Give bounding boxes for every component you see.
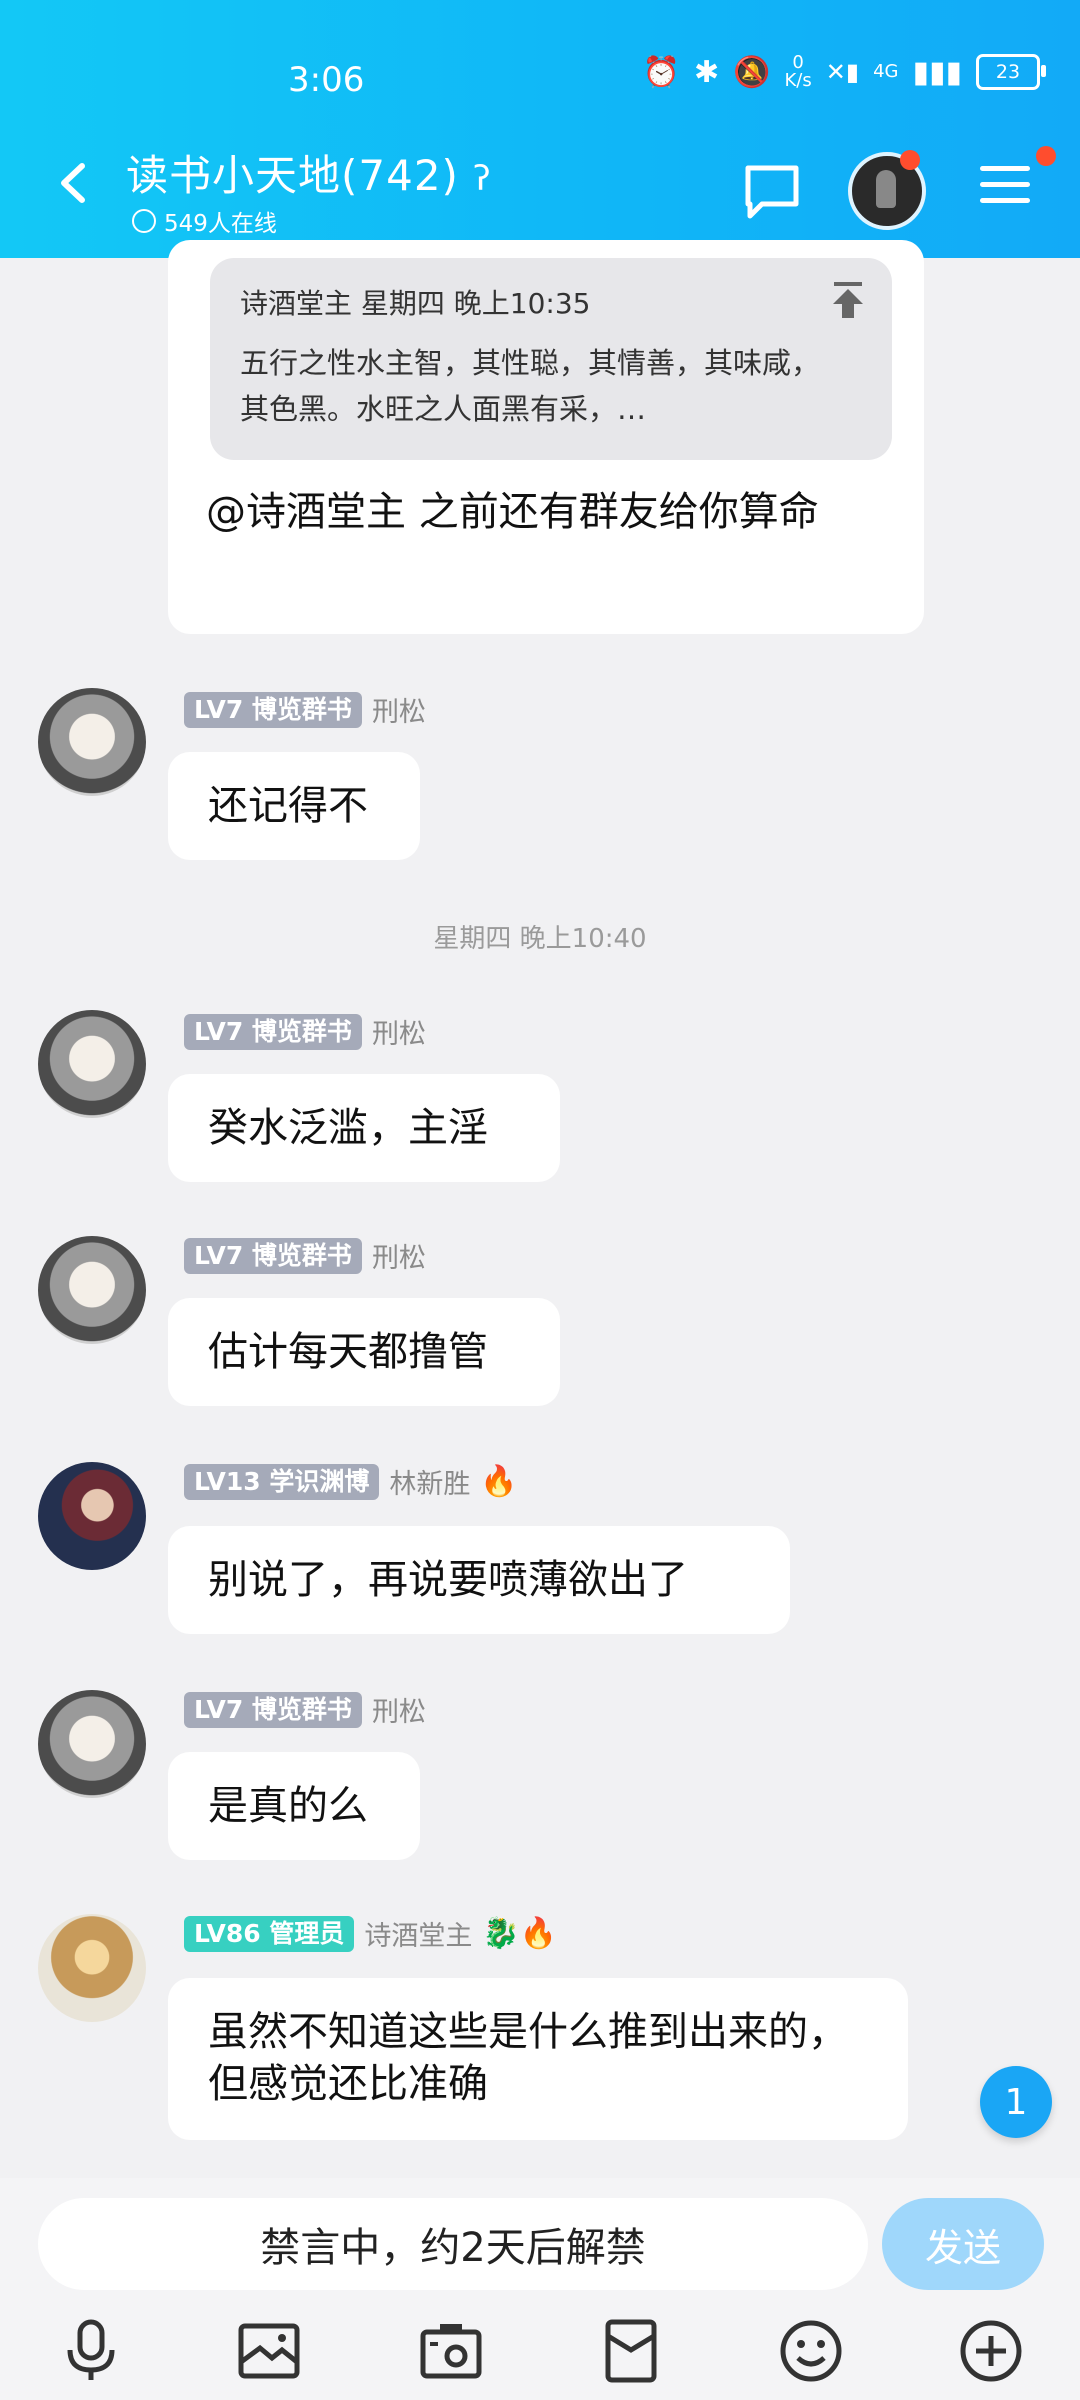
net-speed-unit: K/s	[784, 70, 812, 91]
message-bubble[interactable]: 估计每天都撸管	[168, 1298, 560, 1406]
group-title-text: 读书小天地(742)	[126, 151, 459, 200]
status-time: 3:06	[288, 60, 365, 100]
mute-icon: 🔕	[733, 54, 771, 90]
emoji-icon[interactable]	[778, 2318, 844, 2384]
jump-to-top-icon[interactable]	[830, 280, 866, 320]
battery-icon: 23	[976, 54, 1046, 90]
sender-name: 林新胜	[389, 1469, 471, 1500]
chat-header: 3:06 ⏰ ✱ 🔕 0 K/s ✕▮ 4G ▮▮▮ 23 读书小天地(742)…	[0, 0, 1080, 258]
sender-name: 诗酒堂主	[364, 1921, 473, 1952]
status-icons: ⏰ ✱ 🔕 0 K/s ✕▮ 4G ▮▮▮ 23	[642, 54, 1046, 90]
send-button[interactable]: 发送	[882, 2198, 1044, 2290]
new-message-indicator[interactable]: 1	[980, 2066, 1052, 2138]
avatar[interactable]	[38, 688, 146, 796]
message-bubble[interactable]: 癸水泛滥，主淫	[168, 1074, 560, 1182]
sender-meta: LV7 博览群书 刑松	[184, 1690, 426, 1729]
back-button[interactable]	[52, 160, 98, 206]
sender-meta: LV7 博览群书 刑松	[184, 1236, 426, 1275]
check-circle-icon	[132, 209, 156, 233]
avatar-notification-dot	[900, 150, 920, 170]
message-text: 是真的么	[208, 1783, 368, 1829]
level-badge: LV7 博览群书	[184, 1013, 362, 1050]
network-type: 4G	[873, 61, 899, 82]
message-text: @诗酒堂主 之前还有群友给你算命	[206, 489, 819, 535]
menu-line	[980, 166, 1030, 171]
chat-icon[interactable]	[742, 162, 802, 222]
message-text: 别说了，再说要喷薄欲出了	[208, 1557, 688, 1603]
input-area: 禁言中，约2天后解禁 发送	[0, 2178, 1080, 2400]
sender-name: 刑松	[371, 697, 426, 728]
mic-icon[interactable]	[58, 2318, 124, 2384]
sender-meta: LV7 博览群书 刑松	[184, 690, 426, 729]
message-input[interactable]: 禁言中，约2天后解禁	[38, 2198, 868, 2290]
message-text: 估计每天都撸管	[208, 1329, 488, 1375]
avatar-figure	[876, 170, 896, 208]
time-separator: 星期四 晚上10:40	[433, 924, 647, 954]
battery-level: 23	[995, 61, 1021, 83]
unread-count: 1	[1004, 2081, 1028, 2123]
menu-line	[980, 198, 1030, 203]
message-text: 癸水泛滥，主淫	[208, 1105, 488, 1151]
avatar[interactable]	[38, 1462, 146, 1570]
bluetooth-icon: ✱	[693, 54, 720, 90]
sender-meta: LV86 管理员 诗酒堂主 🐉🔥	[184, 1914, 557, 1953]
camera-icon[interactable]	[418, 2318, 484, 2384]
ear-icon: ʔ	[473, 159, 492, 199]
online-count-text: 549人在线	[164, 211, 277, 237]
menu-notification-dot	[1036, 146, 1056, 166]
sender-name: 刑松	[371, 1243, 426, 1274]
avatar[interactable]	[38, 1010, 146, 1118]
net-speed: 0 K/s	[784, 54, 811, 90]
message-bubble[interactable]: 还记得不	[168, 752, 420, 860]
send-label: 发送	[924, 2225, 1001, 2270]
avatar[interactable]	[38, 1236, 146, 1344]
menu-button[interactable]	[980, 166, 1030, 206]
muted-notice: 禁言中，约2天后解禁	[260, 2225, 646, 2271]
image-icon[interactable]	[236, 2318, 302, 2384]
alarm-icon: ⏰	[642, 54, 680, 90]
sender-meta: LV7 博览群书 刑松	[184, 1012, 426, 1051]
sender-name: 刑松	[371, 1697, 426, 1728]
message-bubble[interactable]: 是真的么	[168, 1752, 420, 1860]
avatar[interactable]	[38, 1690, 146, 1798]
sender-name: 刑松	[371, 1019, 426, 1050]
quoted-author-time: 诗酒堂主 星期四 晚上10:35	[240, 287, 591, 320]
fire-icon: 🔥	[480, 1464, 518, 1499]
level-badge: LV7 博览群书	[184, 691, 362, 728]
menu-line	[980, 182, 1030, 187]
quoted-message[interactable]: 诗酒堂主 星期四 晚上10:35 五行之性水主智，其性聪，其情善，其味咸，其色黑…	[210, 258, 892, 460]
plus-icon[interactable]	[958, 2318, 1024, 2384]
group-title[interactable]: 读书小天地(742) ʔ	[126, 142, 492, 203]
avatar[interactable]	[38, 1914, 146, 2022]
message-bubble[interactable]: 虽然不知道这些是什么推到出来的，但感觉还比准确	[168, 1978, 908, 2140]
level-badge: LV7 博览群书	[184, 1237, 362, 1274]
input-toolbar	[0, 2312, 1080, 2392]
level-badge: LV13 学识渊博	[184, 1463, 380, 1500]
message-bubble[interactable]: 别说了，再说要喷薄欲出了	[168, 1526, 790, 1634]
wifi-off-icon: ✕▮	[825, 58, 860, 86]
signal-icon: ▮▮▮	[912, 54, 962, 90]
dragon-fire-icon: 🐉🔥	[482, 1916, 558, 1951]
red-packet-icon[interactable]	[598, 2318, 664, 2384]
quoted-text: 五行之性水主智，其性聪，其情善，其味咸，其色黑。水旺之人面黑有采，…	[240, 346, 821, 426]
sender-meta: LV13 学识渊博 林新胜 🔥	[184, 1462, 518, 1501]
online-count: 549人在线	[132, 204, 277, 238]
message-text: 还记得不	[208, 783, 368, 829]
admin-badge: LV86 管理员	[184, 1915, 355, 1952]
level-badge: LV7 博览群书	[184, 1691, 362, 1728]
message-text: 虽然不知道这些是什么推到出来的，但感觉还比准确	[208, 2009, 848, 2107]
